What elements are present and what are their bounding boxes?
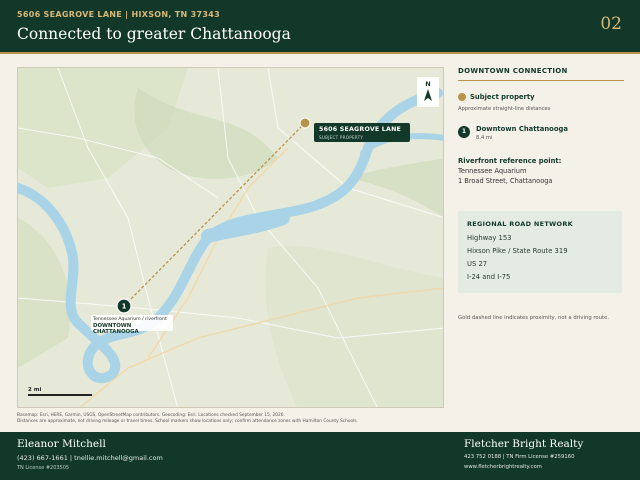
downtown-number-badge: 1: [458, 126, 470, 138]
riverfront-line: 1 Broad Street, Chattanooga: [458, 177, 553, 185]
callout-subtitle: SUBJECT PROPERTY: [319, 135, 364, 140]
road-network-heading: REGIONAL ROAD NETWORK: [467, 220, 573, 228]
legend-note: Gold dashed line indicates proximity, no…: [458, 315, 610, 321]
subject-callout: 5606 SEAGROVE LANE SUBJECT PROPERTY: [314, 123, 410, 142]
brokerage-website[interactable]: www.fletcherbrightrealty.com: [464, 464, 542, 470]
road-item: Highway 153: [467, 234, 512, 242]
page-footer: Eleanor Mitchell (423) 667-1661 | tnelli…: [0, 432, 640, 480]
panel-divider: [458, 80, 624, 81]
brokerage-name: Fletcher Bright Realty: [464, 438, 584, 450]
svg-text:1: 1: [122, 303, 127, 311]
riverfront-heading: Riverfront reference point:: [458, 157, 562, 165]
subject-marker: [299, 117, 311, 129]
downtown-name: Downtown Chattanooga: [476, 125, 568, 133]
map-attribution: Basemap: Esri, HERE, Garmin, USGS, OpenS…: [17, 413, 447, 425]
map-basemap: 1: [18, 68, 443, 407]
panel-heading: DOWNTOWN CONNECTION: [458, 67, 568, 75]
road-item: US 27: [467, 260, 488, 268]
agent-license: TN License #203505: [17, 465, 70, 471]
north-arrow-icon: [424, 89, 432, 101]
scale-label: 2 mi: [28, 387, 42, 393]
north-arrow: N: [417, 77, 439, 107]
agent-name: Eleanor Mitchell: [17, 438, 106, 450]
scale-bar: 2 mi: [28, 387, 92, 396]
downtown-map-label: Tennessee Aquarium / riverfront DOWNTOWN…: [91, 315, 173, 335]
road-network-box: REGIONAL ROAD NETWORK Highway 153 Hixson…: [458, 211, 622, 293]
callout-title: 5606 SEAGROVE LANE: [319, 126, 402, 133]
page-number: 02: [600, 14, 622, 34]
subject-dot-icon: [458, 93, 466, 101]
riverfront-line: Tennessee Aquarium: [458, 167, 527, 175]
downtown-panel: DOWNTOWN CONNECTION Subject property App…: [458, 67, 624, 185]
approx-note: Approximate straight-line distances: [458, 106, 551, 112]
subject-label: Subject property: [470, 93, 535, 101]
downtown-map-sublabel: Tennessee Aquarium / riverfront: [93, 317, 167, 322]
brokerage-contact: 423 752 0188 | TN Firm License #259160: [464, 454, 575, 460]
downtown-distance: 8.4 mi: [476, 135, 493, 141]
location-map[interactable]: 1 5606 SEAGROVE LANE SUBJECT PROPERTY Te…: [17, 67, 444, 408]
attribution-line-2: Distances are approximate, not driving m…: [17, 419, 358, 424]
downtown-map-name: DOWNTOWN CHATTANOOGA: [93, 323, 139, 335]
agent-contact[interactable]: (423) 667-1661 | tnellie.mitchell@gmail.…: [17, 454, 163, 462]
page-title: Connected to greater Chattanooga: [17, 25, 291, 43]
road-item: I-24 and I-75: [467, 273, 511, 281]
header-divider: [0, 52, 640, 54]
page-header: 5606 SEAGROVE LANE | HIXSON, TN 37343 Co…: [0, 0, 640, 54]
scale-line: [28, 394, 92, 396]
property-address: 5606 SEAGROVE LANE | HIXSON, TN 37343: [17, 10, 220, 19]
road-item: Hixson Pike / State Route 319: [467, 247, 568, 255]
